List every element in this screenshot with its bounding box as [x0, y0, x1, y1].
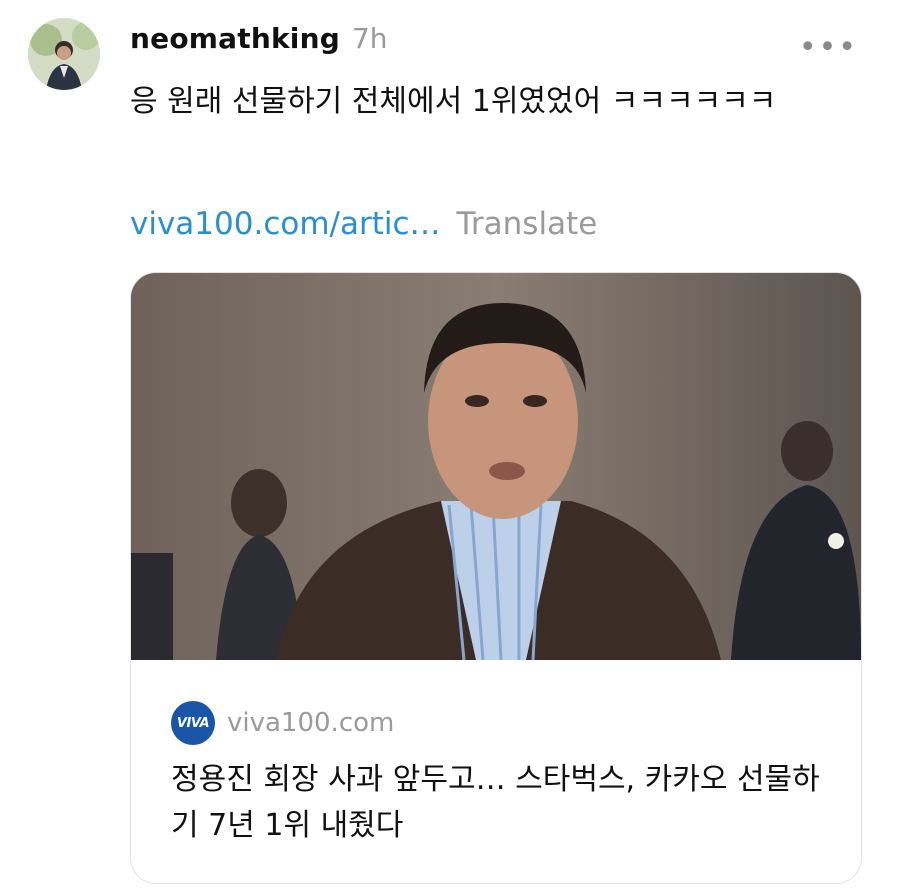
card-meta: VIVA viva100.com: [171, 701, 394, 745]
translate-button[interactable]: Translate: [457, 206, 598, 242]
post-header: neomathking 7h: [130, 22, 388, 62]
avatar-photo: [28, 18, 100, 90]
viva-logo: VIVA: [171, 701, 215, 745]
timestamp: 7h: [351, 22, 388, 55]
avatar[interactable]: [28, 18, 100, 90]
post-text: 응 원래 선물하기 전체에서 1위였었어 ㅋㅋㅋㅋㅋㅋ: [130, 84, 777, 119]
card-domain: viva100.com: [227, 708, 395, 738]
link-row: viva100.com/artic… Translate: [130, 206, 597, 242]
card-headline: 정용진 회장 사과 앞두고… 스타벅스, 카카오 선물하기 7년 1위 내줬다: [171, 762, 820, 843]
article-link[interactable]: viva100.com/artic…: [130, 206, 441, 242]
article-image: [131, 273, 861, 660]
link-preview-card[interactable]: VIVA viva100.com 정용진 회장 사과 앞두고… 스타벅스, 카카…: [130, 272, 862, 884]
more-options-icon[interactable]: •••: [799, 30, 858, 65]
username[interactable]: neomathking: [130, 22, 340, 55]
